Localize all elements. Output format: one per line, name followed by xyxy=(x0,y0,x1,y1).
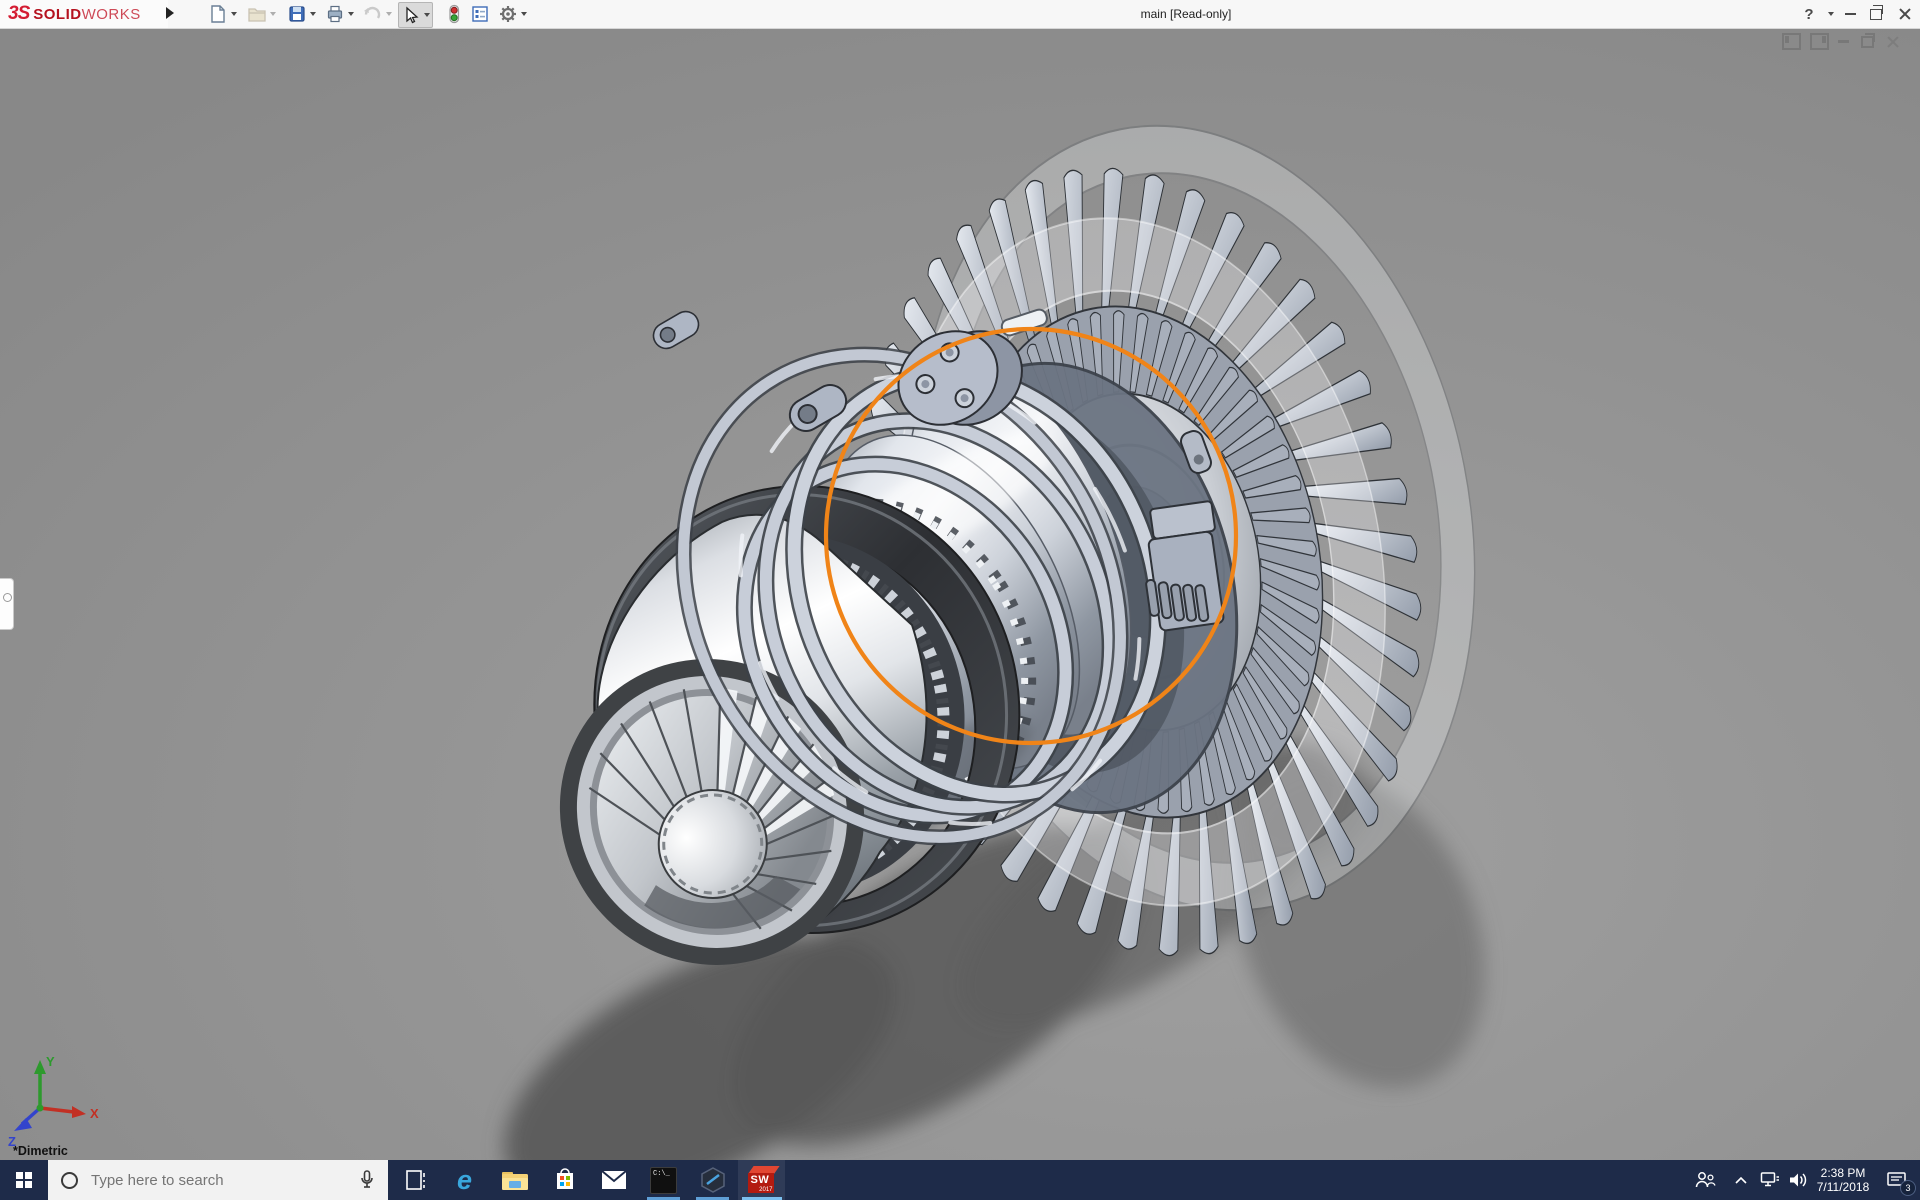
minimize-button[interactable] xyxy=(1838,0,1862,28)
network-icon xyxy=(1760,1171,1780,1189)
people-icon xyxy=(1694,1170,1716,1190)
help-menu-caret[interactable] xyxy=(1822,0,1836,28)
taskbar-item-hexagon-app[interactable] xyxy=(689,1160,736,1200)
close-icon xyxy=(1899,8,1911,20)
help-button[interactable]: ? xyxy=(1798,0,1820,28)
network-button[interactable] xyxy=(1756,1160,1784,1200)
file-properties-icon xyxy=(470,4,490,24)
store-icon xyxy=(553,1167,577,1193)
taskbar-item-file-explorer[interactable] xyxy=(491,1160,538,1200)
show-right-pane-button[interactable] xyxy=(1810,33,1829,50)
open-document-button[interactable] xyxy=(247,2,276,26)
tray-time: 2:38 PM xyxy=(1821,1166,1866,1180)
triad-y-label: Y xyxy=(46,1054,55,1069)
doc-minimize-button[interactable] xyxy=(1838,40,1849,43)
taskbar-item-store[interactable] xyxy=(541,1160,588,1200)
solidworks-mark-icon: 3S xyxy=(8,3,29,25)
people-button[interactable] xyxy=(1688,1160,1722,1200)
minimize-icon xyxy=(1845,13,1856,15)
document-title: main [Read-only] xyxy=(1141,7,1232,21)
windows-taskbar: e C:\_ SW2017 xyxy=(0,1160,1920,1200)
open-folder-icon xyxy=(247,4,267,24)
restore-button[interactable] xyxy=(1864,0,1888,28)
clock[interactable]: 2:38 PM 7/11/2018 xyxy=(1812,1160,1874,1200)
close-button[interactable] xyxy=(1892,0,1918,28)
new-document-button[interactable] xyxy=(208,2,237,26)
taskbar-item-solidworks[interactable]: SW2017 xyxy=(738,1160,785,1200)
speaker-icon xyxy=(1788,1171,1808,1189)
solidworks-2017-icon: SW2017 xyxy=(747,1166,777,1195)
command-prompt-icon: C:\_ xyxy=(650,1167,677,1194)
notification-badge: 3 xyxy=(1900,1180,1916,1196)
select-cursor-icon xyxy=(401,5,421,25)
chevron-up-icon xyxy=(1734,1175,1748,1185)
mail-icon xyxy=(601,1170,627,1190)
search-input[interactable] xyxy=(89,1171,359,1190)
doc-restore-button[interactable] xyxy=(1861,36,1874,48)
save-button[interactable] xyxy=(287,2,316,26)
microphone-icon[interactable] xyxy=(359,1169,375,1191)
new-document-icon xyxy=(208,4,228,24)
file-properties-button[interactable] xyxy=(470,2,490,26)
rebuild-button[interactable] xyxy=(444,2,464,26)
show-left-pane-button[interactable] xyxy=(1782,33,1801,50)
view-orientation-label: *Dimetric xyxy=(13,1144,68,1158)
restore-icon xyxy=(1870,9,1882,20)
solidworks-logo: 3S SOLIDWORKS xyxy=(0,0,168,28)
taskbar-item-edge[interactable]: e xyxy=(441,1160,488,1200)
taskbar-item-command-prompt[interactable]: C:\_ xyxy=(640,1160,687,1200)
undo-button[interactable] xyxy=(363,2,392,26)
brand-name-light: WORKS xyxy=(82,6,141,23)
rebuild-traffic-light-icon xyxy=(444,4,464,24)
task-view-icon xyxy=(405,1169,427,1191)
brand-name-strong: SOLID xyxy=(33,6,81,23)
cortana-icon xyxy=(61,1172,78,1189)
start-button[interactable] xyxy=(0,1160,48,1200)
task-view-button[interactable] xyxy=(392,1160,439,1200)
cad-viewport[interactable] xyxy=(0,0,1920,1200)
undo-icon xyxy=(363,4,383,24)
tray-date: 7/11/2018 xyxy=(1817,1180,1870,1194)
taskbar-search[interactable] xyxy=(48,1160,388,1200)
print-button[interactable] xyxy=(325,2,354,26)
hexagon-app-icon xyxy=(699,1166,727,1194)
file-explorer-icon xyxy=(501,1168,529,1192)
volume-button[interactable] xyxy=(1784,1160,1812,1200)
select-tool-button[interactable] xyxy=(398,2,433,28)
title-bar: 3S SOLIDWORKS xyxy=(0,0,1920,29)
feature-manager-collapsed-tab[interactable] xyxy=(0,578,14,630)
gear-icon xyxy=(498,4,518,24)
document-window-controls xyxy=(1782,33,1899,50)
print-icon xyxy=(325,4,345,24)
chevron-down-icon xyxy=(1828,12,1834,16)
windows-logo-icon xyxy=(16,1172,32,1188)
triad-x-label: X xyxy=(90,1106,99,1121)
save-floppy-icon xyxy=(287,4,307,24)
taskbar-item-mail[interactable] xyxy=(590,1160,637,1200)
expand-pane-icon xyxy=(3,593,12,602)
toolbar-flyout-icon[interactable] xyxy=(166,7,174,19)
doc-close-button[interactable] xyxy=(1887,36,1899,48)
action-center-button[interactable]: 3 xyxy=(1876,1160,1918,1200)
edge-icon: e xyxy=(457,1167,472,1194)
help-icon: ? xyxy=(1804,6,1813,23)
options-button[interactable] xyxy=(498,2,527,26)
tray-overflow-button[interactable] xyxy=(1728,1160,1754,1200)
